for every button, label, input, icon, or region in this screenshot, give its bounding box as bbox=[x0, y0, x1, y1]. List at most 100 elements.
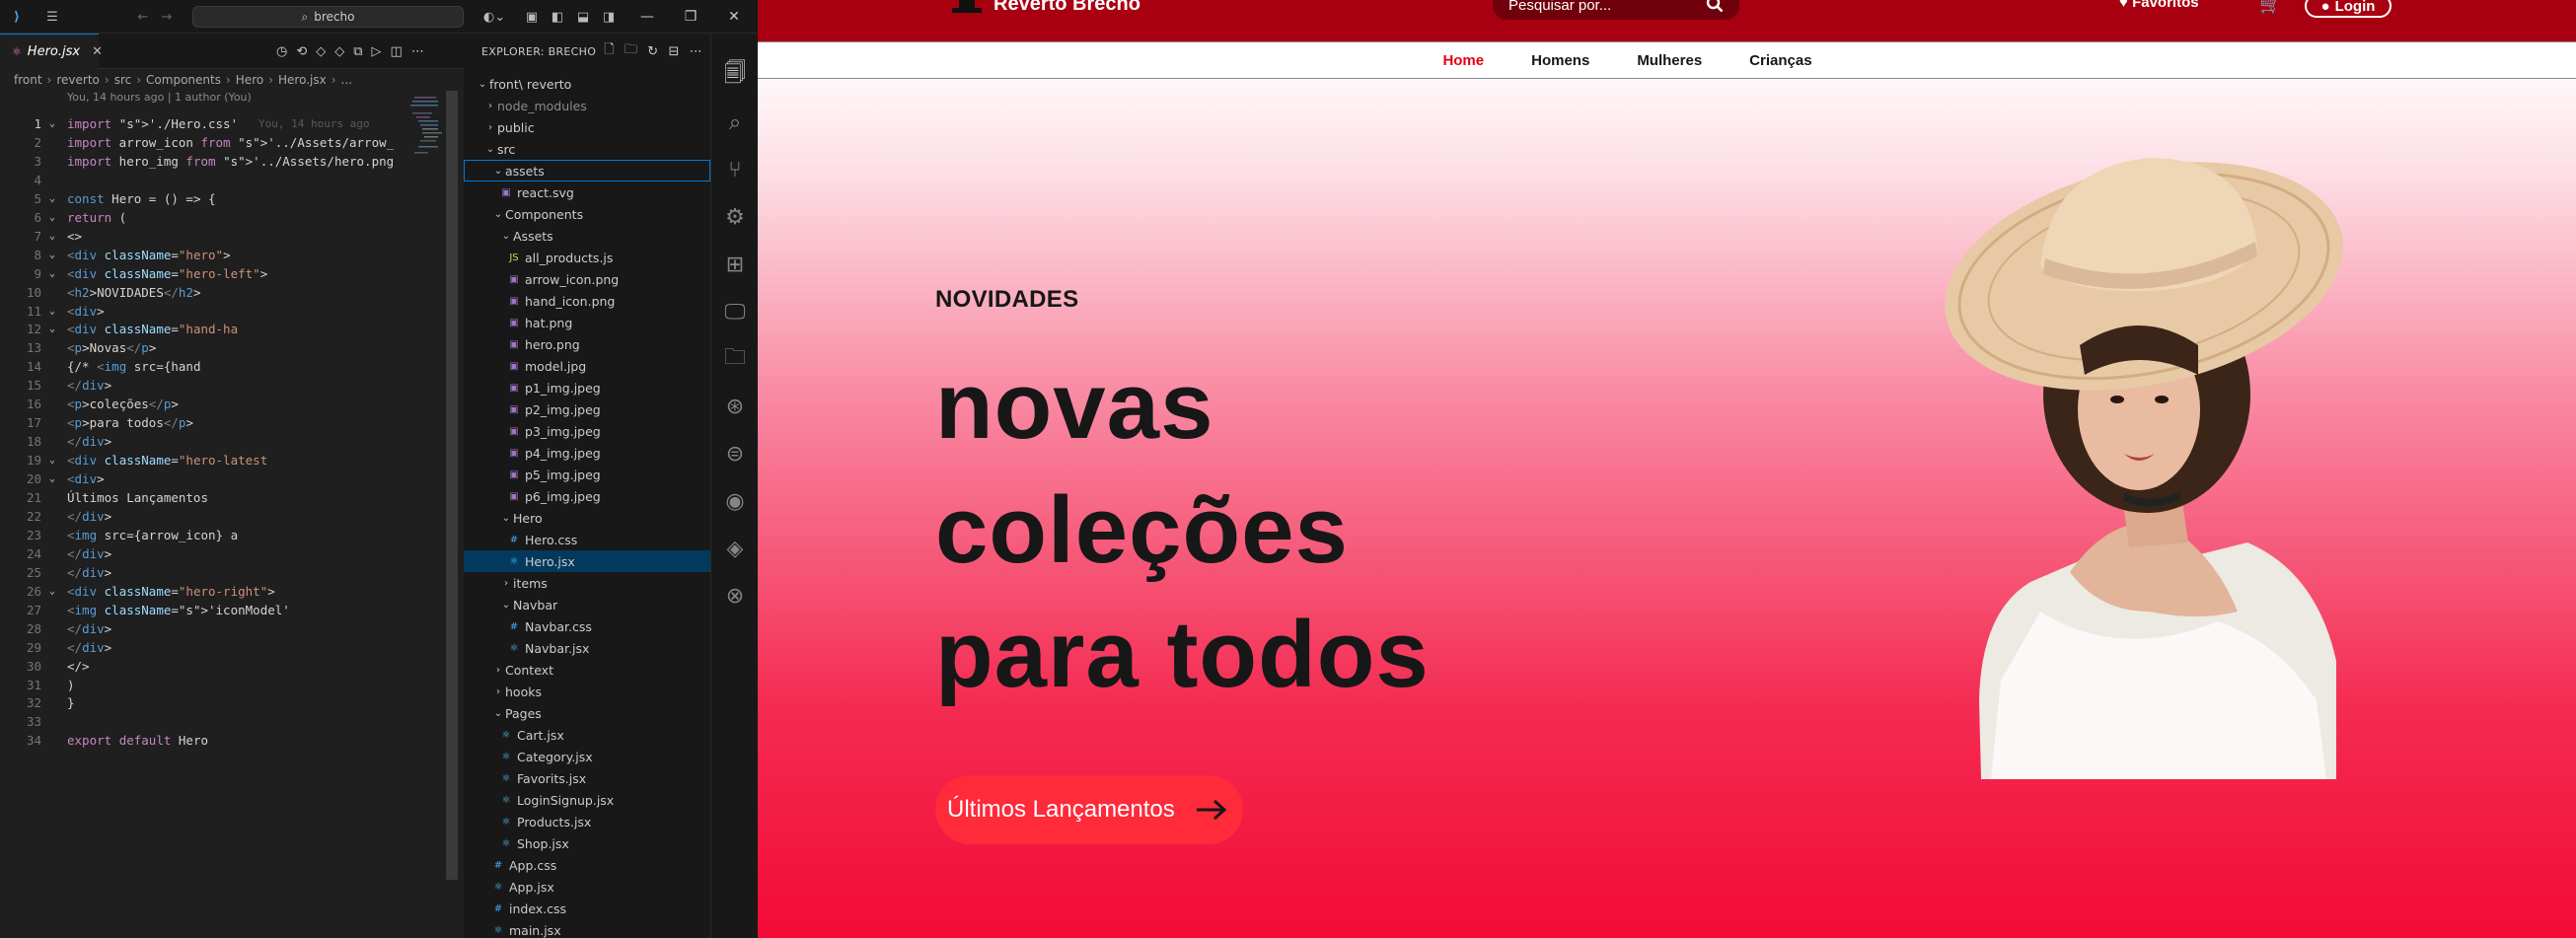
next-change-icon[interactable]: ◇ bbox=[334, 44, 344, 59]
explorer-file[interactable]: # Navbar.css bbox=[464, 615, 710, 637]
code-line[interactable]: 18 </div> bbox=[0, 432, 395, 451]
explorer-folder[interactable]: ⌄ Pages bbox=[464, 702, 710, 724]
new-file-icon[interactable]: 🗋 bbox=[604, 40, 615, 62]
explorer-file[interactable]: ⚛ Category.jsx bbox=[464, 746, 710, 767]
explorer-file[interactable]: ⚛ LoginSignup.jsx bbox=[464, 789, 710, 811]
latest-releases-button[interactable]: Últimos Lançamentos bbox=[935, 775, 1243, 844]
code-line[interactable]: 8 ⌄ <div className="hero"> bbox=[0, 246, 395, 264]
tab-close-icon[interactable]: ✕ bbox=[92, 44, 103, 59]
extensions-icon[interactable]: ⊞ bbox=[711, 245, 759, 284]
explorer-file[interactable]: JS all_products.js bbox=[464, 247, 710, 268]
breadcrumb-item[interactable]: reverto bbox=[56, 73, 100, 87]
fold-chevron-icon[interactable]: ⌄ bbox=[49, 227, 55, 246]
explorer-file[interactable]: ⚛ Cart.jsx bbox=[464, 724, 710, 746]
gitlens-icon[interactable]: ⊗ bbox=[711, 576, 759, 615]
explorer-file[interactable]: ⚛ App.jsx bbox=[464, 876, 710, 898]
explorer-file[interactable]: # App.css bbox=[464, 854, 710, 876]
git-history-icon[interactable]: ⊜ bbox=[711, 434, 759, 473]
fold-chevron-icon[interactable]: ⌄ bbox=[49, 246, 55, 264]
code-line[interactable]: 19 ⌄ <div className="hero-latest bbox=[0, 451, 395, 469]
fold-chevron-icon[interactable]: ⌄ bbox=[49, 189, 55, 208]
explorer-file[interactable]: ▣ p3_img.jpeg bbox=[464, 420, 710, 442]
code-line[interactable]: 25 </div> bbox=[0, 563, 395, 582]
breadcrumb-item[interactable]: src bbox=[114, 73, 132, 87]
code-line[interactable]: 7 ⌄ <> bbox=[0, 227, 395, 246]
folder-icon[interactable]: 🗀 bbox=[711, 339, 759, 379]
breadcrumb-item[interactable]: ... bbox=[341, 73, 352, 87]
code-line[interactable]: 9 ⌄ <div className="hero-left"> bbox=[0, 264, 395, 283]
explorer-file[interactable]: ▣ hero.png bbox=[464, 333, 710, 355]
code-line[interactable]: 20 ⌄ <div> bbox=[0, 469, 395, 488]
toggle-panel-icon[interactable]: ⬓ bbox=[574, 8, 592, 26]
explorer-file[interactable]: ⚛ Products.jsx bbox=[464, 811, 710, 832]
more-actions-icon[interactable]: ⋯ bbox=[411, 44, 424, 59]
run-debug-icon[interactable]: ⚙ bbox=[711, 197, 759, 237]
prev-change-icon[interactable]: ◇ bbox=[316, 44, 326, 59]
explorer-folder[interactable]: ⌄ Components bbox=[464, 203, 710, 225]
code-line[interactable]: 14 {/* <img src={hand bbox=[0, 357, 395, 376]
code-line[interactable]: 17 <p>para todos</p> bbox=[0, 413, 395, 432]
toggle-secondary-sidebar-icon[interactable]: ◨ bbox=[600, 8, 618, 26]
menu-icon[interactable]: ☰ bbox=[43, 8, 61, 26]
code-line[interactable]: 11 ⌄ <div> bbox=[0, 302, 395, 321]
code-line[interactable]: 16 <p>coleções</p> bbox=[0, 395, 395, 413]
minimize-icon[interactable]: — bbox=[626, 0, 669, 34]
explorer-folder[interactable]: ⌄ Navbar bbox=[464, 594, 710, 615]
explorer-folder[interactable]: › node_modules bbox=[464, 95, 710, 116]
explorer-file[interactable]: ⚛ main.jsx bbox=[464, 919, 710, 938]
code-line[interactable]: 24 </div> bbox=[0, 544, 395, 563]
code-line[interactable]: 33 bbox=[0, 712, 395, 731]
close-icon[interactable]: ✕ bbox=[712, 0, 756, 34]
nav-home[interactable]: Home bbox=[1442, 52, 1484, 69]
code-line[interactable]: 31 ) bbox=[0, 676, 395, 694]
open-changes-icon[interactable]: ⟲ bbox=[296, 44, 307, 59]
explorer-folder[interactable]: ⌄ front\ reverto bbox=[464, 73, 710, 95]
code-line[interactable]: 12 ⌄ <div className="hand-ha bbox=[0, 320, 395, 338]
explorer-file[interactable]: ▣ p2_img.jpeg bbox=[464, 398, 710, 420]
tab-hero-jsx[interactable]: ⚛ Hero.jsx ✕ bbox=[0, 34, 103, 69]
copilot-icon[interactable]: ◐⌄ bbox=[479, 8, 509, 26]
explorer-file[interactable]: # Hero.css bbox=[464, 529, 710, 550]
fold-chevron-icon[interactable]: ⌄ bbox=[49, 469, 55, 488]
split-editor-icon[interactable]: ◫ bbox=[391, 44, 403, 59]
code-line[interactable]: 26 ⌄ <div className="hero-right"> bbox=[0, 582, 395, 601]
refresh-icon[interactable]: ↻ bbox=[647, 44, 658, 59]
layout-customize-icon[interactable]: ▣ bbox=[523, 8, 541, 26]
code-line[interactable]: 10 <h2>NOVIDADES</h2> bbox=[0, 283, 395, 302]
code-line[interactable]: 4 bbox=[0, 171, 395, 189]
toggle-blame-icon[interactable]: ⧉ bbox=[353, 44, 362, 59]
login-button[interactable]: ● Login bbox=[2305, 0, 2392, 18]
explorer-file[interactable]: ⚛ Favorits.jsx bbox=[464, 767, 710, 789]
github-icon[interactable]: ◉ bbox=[711, 481, 759, 521]
more-icon[interactable]: ⋯ bbox=[690, 44, 702, 59]
fold-chevron-icon[interactable]: ⌄ bbox=[49, 582, 55, 601]
code-line[interactable]: 13 <p>Novas</p> bbox=[0, 338, 395, 357]
code-line[interactable]: 29 </div> bbox=[0, 638, 395, 657]
editor-scrollbar[interactable] bbox=[446, 91, 458, 880]
code-line[interactable]: 1 ⌄ import "s">'./Hero.css' You, 14 hours a… bbox=[0, 114, 395, 133]
explorer-file[interactable]: ⚛ Navbar.jsx bbox=[464, 637, 710, 659]
explorer-folder[interactable]: › Context bbox=[464, 659, 710, 681]
brand-logo[interactable]: Reverto Brechó bbox=[950, 0, 1141, 18]
code-line[interactable]: 32} bbox=[0, 693, 395, 712]
command-center-search[interactable]: ⌕ brecho bbox=[192, 6, 464, 28]
explorer-file[interactable]: ▣ p1_img.jpeg bbox=[464, 377, 710, 398]
code-editor[interactable]: 1 ⌄ import "s">'./Hero.css' You, 14 hours a… bbox=[0, 91, 395, 938]
fold-chevron-icon[interactable]: ⌄ bbox=[49, 320, 55, 338]
breadcrumb-item[interactable]: Hero.jsx bbox=[278, 73, 327, 87]
breadcrumb-item[interactable]: Components bbox=[146, 73, 221, 87]
code-line[interactable]: 3 import hero_img from "s">'../Assets/her… bbox=[0, 152, 395, 171]
fold-chevron-icon[interactable]: ⌄ bbox=[49, 302, 55, 321]
fold-chevron-icon[interactable]: ⌄ bbox=[49, 114, 55, 133]
explorer-file[interactable]: ▣ p6_img.jpeg bbox=[464, 485, 710, 507]
docker-icon[interactable]: ◈ bbox=[711, 529, 759, 568]
explorer-folder[interactable]: › public bbox=[464, 116, 710, 138]
maximize-icon[interactable]: ❐ bbox=[669, 0, 712, 34]
back-arrow-icon[interactable]: ← bbox=[134, 8, 152, 26]
favorites-link[interactable]: ♥ Favoritos bbox=[2119, 0, 2199, 11]
breadcrumb-item[interactable]: front bbox=[14, 73, 42, 87]
explorer-file[interactable]: # index.css bbox=[464, 898, 710, 919]
explorer-file[interactable]: ▣ hat.png bbox=[464, 312, 710, 333]
explorer-file[interactable]: ⚛ Shop.jsx bbox=[464, 832, 710, 854]
code-line[interactable]: 23 <img src={arrow_icon} a bbox=[0, 526, 395, 544]
